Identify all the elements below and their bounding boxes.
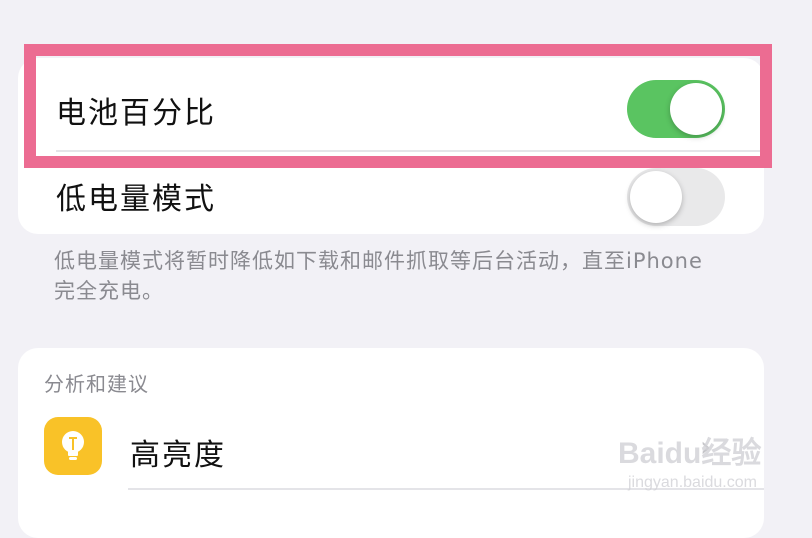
low-power-mode-label: 低电量模式 <box>56 182 216 217</box>
brightness-row-label[interactable]: 高亮度 <box>130 430 226 474</box>
low-power-mode-footnote: 低电量模式将暂时降低如下载和邮件抓取等后台活动，直至iPhone完全充电。 <box>54 249 703 303</box>
toggle-knob <box>630 171 682 223</box>
lightbulb-icon <box>44 417 102 475</box>
row-divider <box>56 150 764 152</box>
low-power-mode-toggle[interactable] <box>627 168 725 226</box>
battery-percentage-label: 电池百分比 <box>56 96 216 131</box>
toggle-knob <box>670 83 722 135</box>
watermark-url: jingyan.baidu.com <box>628 474 757 491</box>
insights-section-header: 分析和建议 <box>44 372 149 396</box>
watermark: Baidu经验 <box>618 437 762 470</box>
battery-percentage-toggle[interactable] <box>627 80 725 138</box>
